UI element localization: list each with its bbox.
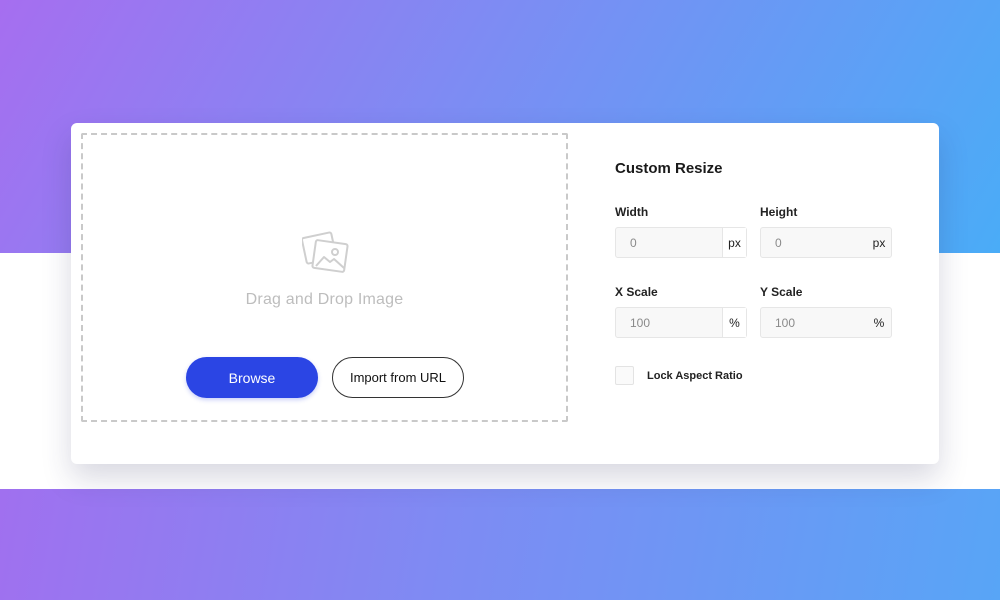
width-field[interactable]: 0 px — [615, 227, 747, 258]
import-from-url-button[interactable]: Import from URL — [332, 357, 464, 398]
panel-title: Custom Resize — [615, 160, 723, 177]
background-gradient-bottom — [0, 489, 1000, 600]
x-scale-label: X Scale — [615, 285, 658, 299]
y-scale-field[interactable]: 100 % — [760, 307, 892, 338]
height-field[interactable]: 0 px — [760, 227, 892, 258]
image-icon — [302, 231, 349, 273]
width-label: Width — [615, 205, 649, 219]
browse-button[interactable]: Browse — [186, 357, 318, 398]
width-input[interactable]: 0 — [616, 228, 722, 257]
dropzone-prompt: Drag and Drop Image — [245, 291, 404, 308]
width-unit: px — [722, 228, 746, 257]
x-scale-input[interactable]: 100 — [616, 308, 722, 337]
y-scale-unit: % — [873, 315, 885, 330]
x-scale-field[interactable]: 100 % — [615, 307, 747, 338]
image-dropzone[interactable]: Drag and Drop Image Browse Import from U… — [81, 133, 568, 422]
lock-aspect-ratio-checkbox[interactable] — [615, 366, 634, 385]
height-label: Height — [760, 205, 798, 219]
lock-aspect-ratio-label[interactable]: Lock Aspect Ratio — [647, 370, 743, 382]
height-input[interactable]: 0 — [761, 228, 867, 257]
height-unit: px — [872, 235, 886, 250]
x-scale-unit: % — [722, 308, 746, 337]
y-scale-label: Y Scale — [760, 285, 803, 299]
resize-card: Drag and Drop Image Browse Import from U… — [71, 123, 939, 464]
y-scale-input[interactable]: 100 — [761, 308, 867, 337]
